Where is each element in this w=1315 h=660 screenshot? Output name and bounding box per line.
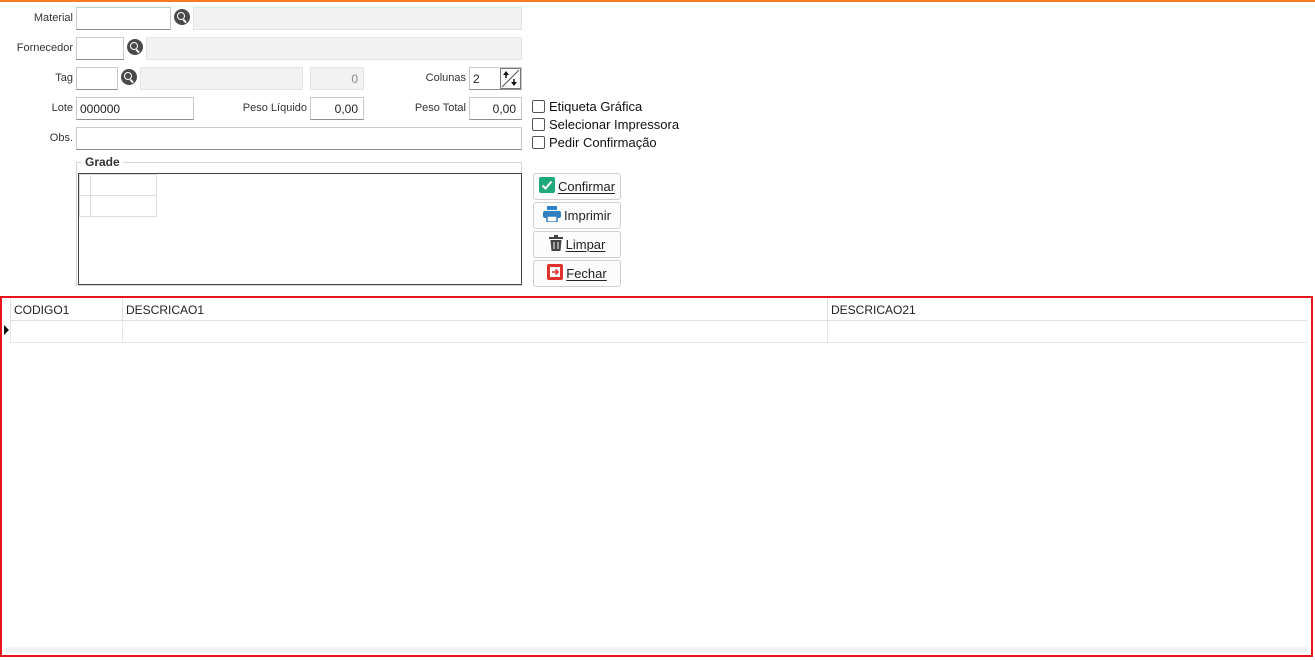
imprimir-label: Imprimir [564,208,611,223]
results-grid[interactable]: CODIGO1 DESCRICAO1 DESCRICAO21 [0,296,1313,657]
peso-total-input[interactable]: 0,00 [469,97,522,120]
confirmar-button[interactable]: Confirmar [533,173,621,200]
fornecedor-search-icon[interactable] [127,39,143,55]
table-cell[interactable] [10,321,123,342]
pedir-confirmacao-checkbox[interactable] [532,135,545,149]
top-accent-line [0,0,1315,2]
lote-label: Lote [51,102,73,114]
pedir-confirmacao-label: Pedir Confirmação [549,134,657,150]
tag-search-icon[interactable] [121,69,137,85]
fechar-button[interactable]: Fechar [533,260,621,287]
exit-icon [547,264,564,283]
pedir-confirmacao-option[interactable]: Pedir Confirmação [532,134,657,150]
spin-arrows-icon [501,69,520,88]
grade-grid[interactable] [78,173,522,285]
grade-cell[interactable] [90,195,157,217]
fechar-label: Fechar [566,266,607,281]
confirmar-label: Confirmar [557,179,616,194]
peso-liquido-input[interactable]: 0,00 [310,97,364,120]
material-description-field [193,7,522,30]
selecionar-impressora-checkbox[interactable] [532,117,545,131]
obs-input[interactable] [76,127,522,150]
material-label: Material [33,12,73,24]
table-cell[interactable] [827,321,1312,342]
fornecedor-label: Fornecedor [16,42,73,54]
horizontal-scrollbar[interactable] [6,647,1307,653]
selecionar-impressora-option[interactable]: Selecionar Impressora [532,116,679,132]
label-print-form: Material Fornecedor Tag 0 Colunas 2 Lote… [0,0,1315,660]
limpar-label: Limpar [565,237,606,252]
tag-description-field [140,67,303,90]
etiqueta-grafica-option[interactable]: Etiqueta Gráfica [532,98,642,114]
table-row[interactable] [10,321,1307,343]
table-cell[interactable] [122,321,828,342]
column-header-descricao1[interactable]: DESCRICAO1 [122,299,827,320]
peso-total-label: Peso Total [414,102,466,114]
imprimir-button[interactable]: Imprimir [533,202,621,229]
lote-input[interactable]: 000000 [76,97,194,120]
colunas-value: 2 [473,72,480,86]
current-row-indicator-icon [4,325,9,335]
peso-liquido-label: Peso Líquido [242,102,307,114]
limpar-button[interactable]: Limpar [533,231,621,258]
obs-label: Obs. [49,132,73,144]
trash-icon [548,235,563,254]
fornecedor-description-field [146,37,522,60]
tag-code-input[interactable] [76,67,118,90]
selecionar-impressora-label: Selecionar Impressora [549,116,680,132]
colunas-label: Colunas [425,72,466,84]
printer-icon [543,206,562,225]
fornecedor-code-input[interactable] [76,37,124,60]
column-header-descricao21[interactable]: DESCRICAO21 [827,299,1311,320]
material-code-input[interactable] [76,7,171,30]
column-header-codigo1[interactable]: CODIGO1 [10,299,122,320]
tag-label: Tag [55,72,73,84]
grade-title: Grade [82,155,123,169]
material-search-icon[interactable] [174,9,190,25]
check-icon [538,177,555,196]
grade-cell[interactable] [90,174,157,196]
results-grid-header: CODIGO1 DESCRICAO1 DESCRICAO21 [10,299,1307,321]
colunas-spin-button[interactable] [500,68,521,89]
etiqueta-grafica-checkbox[interactable] [532,99,545,113]
tag-count-field: 0 [310,67,364,90]
etiqueta-grafica-label: Etiqueta Gráfica [549,98,643,114]
